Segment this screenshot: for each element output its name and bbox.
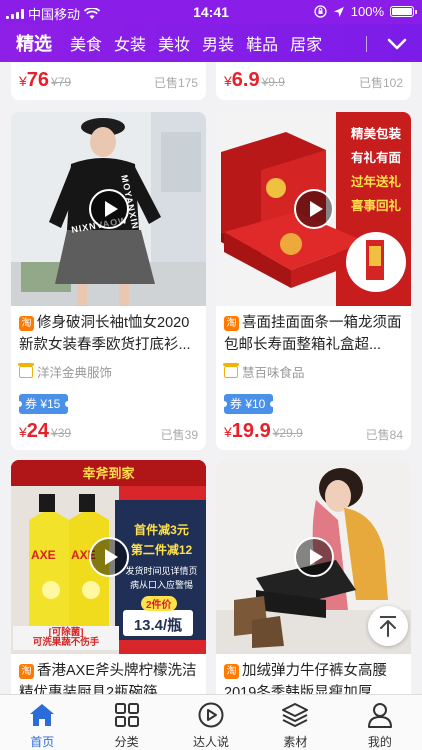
product-title: 淘喜面挂面面条一箱龙须面包邮长寿面整箱礼盒超... bbox=[224, 312, 403, 356]
bottom-tab-bar: 首页 分类 达人说 素材 我的 bbox=[0, 694, 422, 750]
shop-icon bbox=[18, 362, 34, 378]
image-note-text: 发货时间见详情页 病从口入应警惕 bbox=[119, 564, 204, 592]
category-tab-home[interactable]: 居家 bbox=[280, 31, 322, 55]
product-title-text: 喜面挂面面条一箱龙须面包邮长寿面整箱礼盒超... bbox=[224, 315, 402, 353]
chevron-down-icon[interactable] bbox=[386, 33, 408, 55]
promo-line-2: 第二件减12 bbox=[130, 543, 193, 557]
promo-line-3: 过年送礼 bbox=[350, 175, 401, 189]
play-circle-icon bbox=[198, 702, 224, 728]
promo-banner-text: 精美包装 有礼有面 过年送礼 喜事回礼 bbox=[341, 122, 411, 218]
category-tab-shoes[interactable]: 鞋品 bbox=[236, 31, 278, 55]
product-card[interactable]: 精美包装 有礼有面 过年送礼 喜事回礼 淘喜面挂面面条一箱龙须面包邮长寿面整箱礼… bbox=[216, 112, 411, 450]
category-tab-beauty[interactable]: 美妆 bbox=[148, 31, 190, 55]
promo-line-2: 有礼有面 bbox=[350, 151, 401, 165]
tab-label: 达人说 bbox=[193, 735, 230, 749]
taobao-badge-icon: 淘 bbox=[224, 316, 239, 331]
category-tab-womens[interactable]: 女装 bbox=[104, 31, 146, 55]
tag-line-2: 可洗果蔬不伤手 bbox=[32, 637, 100, 648]
product-title-text: 加绒弹力牛仔裤女高腰2019冬季韩版显瘦加厚... bbox=[224, 663, 387, 694]
original-price: ¥29.9 bbox=[272, 426, 303, 440]
play-video-icon[interactable] bbox=[88, 189, 129, 229]
profile-icon bbox=[367, 703, 392, 728]
original-price: ¥79 bbox=[51, 75, 72, 89]
battery-icon bbox=[390, 6, 417, 17]
layers-icon bbox=[282, 703, 309, 727]
two-piece-badge: 2件价 bbox=[141, 596, 177, 611]
location-icon bbox=[333, 6, 344, 17]
category-tab-featured[interactable]: 精选 bbox=[0, 30, 52, 56]
tab-label: 素材 bbox=[283, 735, 308, 749]
orientation-lock-icon bbox=[314, 5, 327, 18]
image-header-text: 幸斧到家 bbox=[82, 466, 135, 481]
shop-name[interactable]: 慧百味食品 bbox=[223, 362, 305, 381]
price: ¥6.9 ¥9.9 bbox=[224, 69, 285, 91]
product-card[interactable]: 幸斧到家 AXE AXE 首件减3元 第二件减12 发货时间见详情页 病从口入应… bbox=[11, 460, 206, 694]
category-tab-food[interactable]: 美食 bbox=[60, 31, 102, 55]
product-feed: ¥76 ¥79 已售175 ¥6.9 ¥9.9 已售102 MOYANXIN NIX… bbox=[0, 62, 422, 694]
taobao-badge-icon: 淘 bbox=[19, 664, 34, 679]
product-card[interactable]: MOYANXIN NIXNVAOW 淘修身破洞长袖t恤女2020新款女装春季欧货… bbox=[11, 112, 206, 450]
tab-materials[interactable]: 素材 bbox=[253, 695, 337, 750]
arrow-up-icon bbox=[380, 616, 396, 637]
category-list: 精选 美食 女装 美妆 男装 鞋品 居家 bbox=[0, 24, 366, 62]
category-divider bbox=[366, 36, 367, 52]
grid-icon bbox=[114, 703, 139, 727]
home-icon bbox=[30, 704, 55, 726]
price: ¥19.9 ¥29.9 bbox=[224, 420, 303, 442]
promo-line-1: 首件减3元 bbox=[134, 523, 189, 537]
price: ¥24 ¥39 bbox=[19, 420, 72, 442]
status-icons: 100% bbox=[314, 4, 417, 19]
status-bar: 中国移动 14:41 100% bbox=[0, 0, 422, 24]
product-card[interactable]: 淘加绒弹力牛仔裤女高腰2019冬季韩版显瘦加厚... bbox=[216, 460, 411, 694]
product-title-text: 香港AXE斧头牌柠檬洗洁精优惠装厨具2瓶碗筷... bbox=[19, 663, 197, 694]
tab-profile[interactable]: 我的 bbox=[338, 695, 422, 750]
coupon-badge[interactable]: 券 ¥10 bbox=[220, 394, 277, 414]
play-video-icon[interactable] bbox=[88, 537, 129, 577]
price-value: 19.9 bbox=[231, 420, 271, 442]
product-card[interactable]: ¥6.9 ¥9.9 已售102 bbox=[216, 62, 411, 100]
original-price: ¥39 bbox=[51, 426, 72, 440]
shop-icon bbox=[223, 362, 239, 378]
play-video-icon[interactable] bbox=[293, 189, 334, 229]
product-title-text: 修身破洞长袖t恤女2020新款女装春季欧货打底衫... bbox=[19, 315, 191, 353]
promo-line-4: 喜事回礼 bbox=[350, 199, 401, 213]
coupon-badge[interactable]: 券 ¥15 bbox=[15, 394, 72, 414]
battery-percent: 100% bbox=[350, 4, 384, 19]
play-video-icon[interactable] bbox=[293, 537, 334, 577]
original-price: ¥9.9 bbox=[261, 75, 285, 89]
product-title: 淘香港AXE斧头牌柠檬洗洁精优惠装厨具2瓶碗筷... bbox=[19, 660, 198, 694]
tab-influencer[interactable]: 达人说 bbox=[169, 695, 253, 750]
price-value: 76 bbox=[26, 69, 50, 91]
sold-count: 已售84 bbox=[365, 428, 403, 442]
shop-name[interactable]: 洋洋金典服饰 bbox=[18, 362, 113, 381]
category-bar: 精选 美食 女装 美妆 男装 鞋品 居家 bbox=[0, 24, 422, 62]
sold-count: 已售39 bbox=[160, 428, 198, 442]
promo-line-1: 精美包装 bbox=[350, 127, 401, 141]
price-value: 6.9 bbox=[231, 69, 260, 91]
tab-label: 分类 bbox=[114, 735, 139, 749]
product-title: 淘修身破洞长袖t恤女2020新款女装春季欧货打底衫... bbox=[19, 312, 198, 356]
product-title: 淘加绒弹力牛仔裤女高腰2019冬季韩版显瘦加厚... bbox=[224, 660, 403, 694]
promo-text: 首件减3元 第二件减12 bbox=[119, 520, 204, 560]
tab-home[interactable]: 首页 bbox=[0, 695, 84, 750]
tab-category[interactable]: 分类 bbox=[84, 695, 168, 750]
brand-label-1: AXE bbox=[31, 548, 56, 562]
taobao-badge-icon: 淘 bbox=[19, 316, 34, 331]
product-card[interactable]: ¥76 ¥79 已售175 bbox=[11, 62, 206, 100]
image-price-text: 13.4/瓶 bbox=[133, 617, 183, 634]
shop-name-text: 慧百味食品 bbox=[242, 366, 305, 380]
taobao-badge-icon: 淘 bbox=[224, 664, 239, 679]
note-line-1: 发货时间见详情页 bbox=[125, 566, 198, 576]
tab-label: 首页 bbox=[30, 735, 55, 749]
price-value: 24 bbox=[26, 420, 50, 442]
price: ¥76 ¥79 bbox=[19, 69, 72, 91]
category-tab-mens[interactable]: 男装 bbox=[192, 31, 234, 55]
image-tag-text: [可除菌] 可洗果蔬不伤手 bbox=[15, 628, 117, 648]
back-to-top-button[interactable] bbox=[368, 606, 408, 646]
sold-count: 已售175 bbox=[153, 76, 198, 90]
tab-label: 我的 bbox=[367, 735, 392, 749]
note-line-2: 病从口入应警惕 bbox=[129, 580, 193, 590]
shop-name-text: 洋洋金典服饰 bbox=[37, 366, 113, 380]
sold-count: 已售102 bbox=[358, 76, 403, 90]
